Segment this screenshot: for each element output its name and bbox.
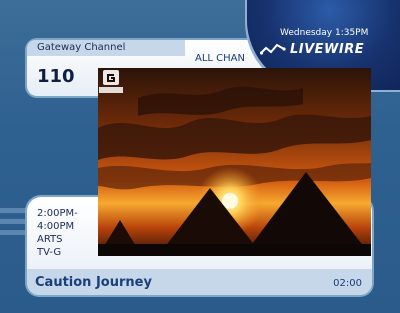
livewire-wave-icon <box>260 43 286 55</box>
program-title: Caution Journey <box>35 275 152 290</box>
tv-guide-screen: Gateway Channel 110 ALL CHAN Wednesday 1… <box>0 0 400 313</box>
program-details: 2:00PM- 4:00PM ARTS TV-G <box>37 207 78 259</box>
logo-text: LIVEWIRE <box>290 41 365 57</box>
side-stripe <box>0 219 30 224</box>
program-start: 2:00PM- <box>37 208 78 219</box>
program-rating: TV-G <box>37 247 62 258</box>
livewire-logo: LIVEWIRE <box>260 40 390 58</box>
datetime-label: Wednesday 1:35PM <box>280 28 369 38</box>
program-title-bar: Caution Journey 02:00 <box>27 269 372 295</box>
channel-filter[interactable]: ALL CHAN <box>195 53 245 64</box>
program-genre: ARTS <box>37 234 63 245</box>
program-end: 4:00PM <box>37 221 75 232</box>
side-stripe <box>0 230 30 235</box>
side-stripe <box>0 208 30 213</box>
program-duration: 02:00 <box>333 278 362 289</box>
gateway-channel-logo-icon <box>99 70 123 93</box>
channel-number: 110 <box>37 66 75 87</box>
pyramids-sunset-image <box>98 68 371 256</box>
channel-name: Gateway Channel <box>37 42 126 53</box>
video-preview[interactable] <box>98 68 371 256</box>
